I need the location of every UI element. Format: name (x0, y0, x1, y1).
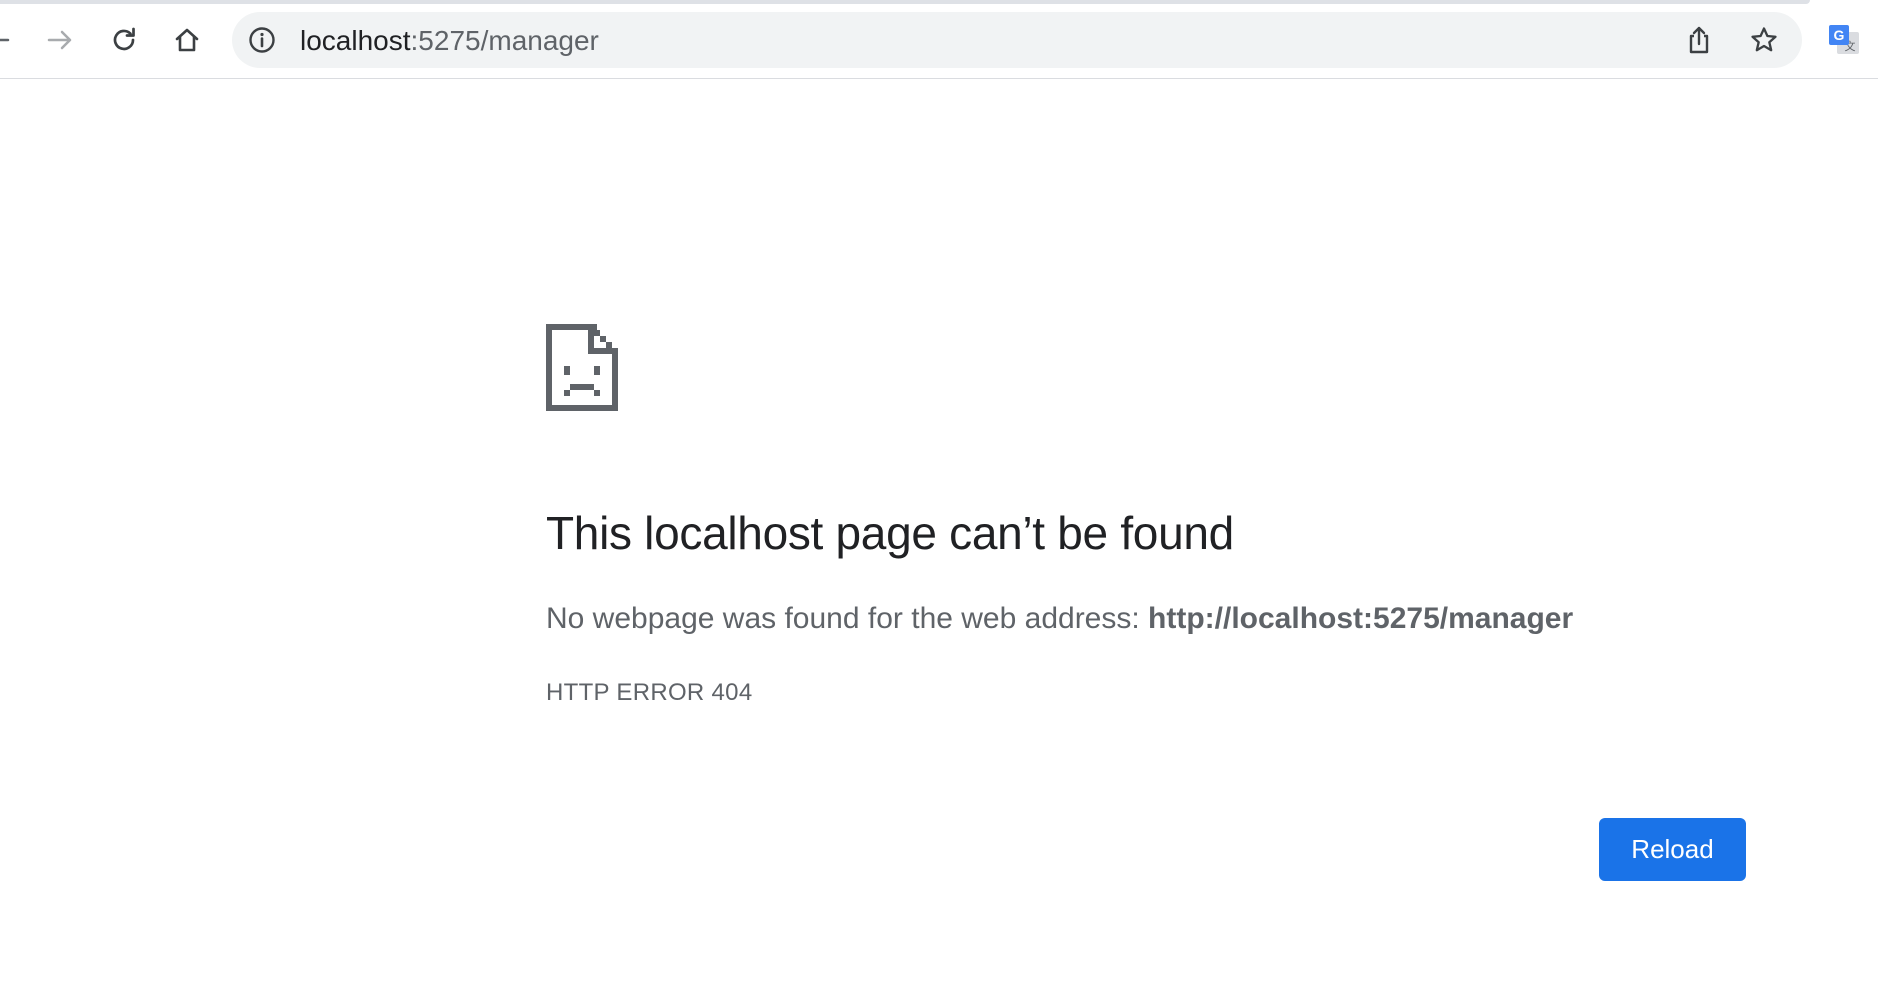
back-arrow-icon[interactable] (0, 16, 22, 64)
url-text[interactable]: localhost:5275/manager (300, 26, 599, 56)
star-icon[interactable] (1744, 20, 1784, 60)
home-icon[interactable] (163, 16, 211, 64)
google-translate-icon[interactable]: 文 G (1824, 20, 1864, 60)
reload-icon[interactable] (100, 16, 148, 64)
tab-strip-edge (0, 0, 1810, 4)
forward-arrow-icon[interactable] (36, 16, 84, 64)
reload-button[interactable]: Reload (1599, 818, 1746, 881)
url-path: :5275/manager (410, 25, 599, 56)
error-description: No webpage was found for the web address… (546, 602, 1573, 636)
browser-toolbar: localhost:5275/manager 文 G (0, 0, 1878, 79)
address-bar[interactable]: localhost:5275/manager (232, 12, 1802, 68)
url-host: localhost (300, 25, 411, 56)
error-url: http://localhost:5275/manager (1148, 602, 1574, 635)
page-title: This localhost page can’t be found (546, 507, 1234, 559)
error-description-text: No webpage was found for the web address… (546, 602, 1149, 635)
error-code: HTTP ERROR 404 (546, 679, 753, 706)
share-icon[interactable] (1679, 20, 1719, 60)
sad-page-icon (546, 324, 618, 411)
info-icon[interactable] (246, 24, 278, 56)
svg-text:G: G (1834, 27, 1845, 43)
